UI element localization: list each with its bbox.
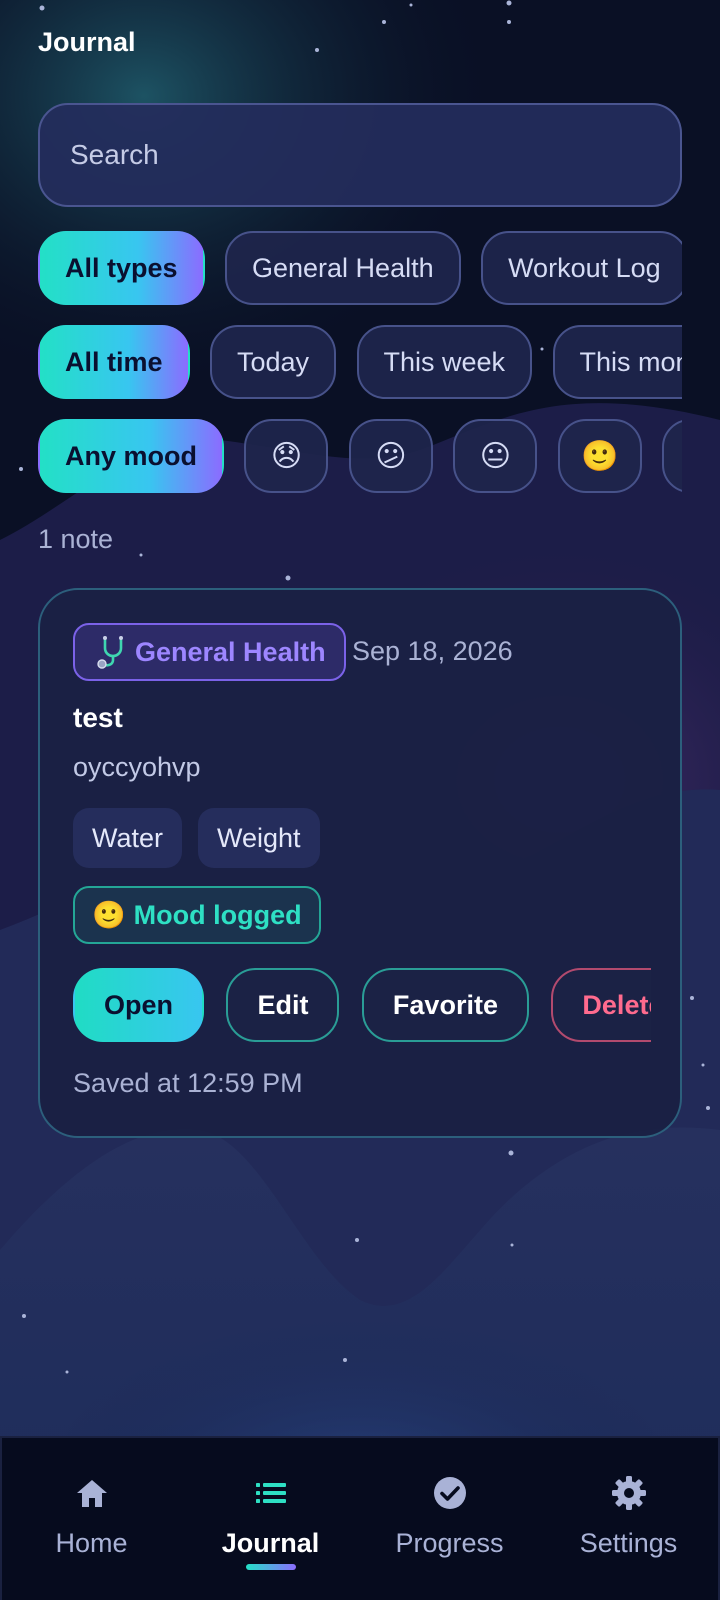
tag-chip: Water (73, 808, 183, 868)
type-filter-row: All types General Health Workout Log (38, 231, 682, 307)
note-title: test (73, 702, 123, 733)
filter-mood-happy[interactable]: 😄 (662, 419, 682, 493)
journal-screen: Journal All types General Health Workout… (0, 0, 720, 1600)
filter-mood-any[interactable]: Any mood (38, 419, 224, 493)
note-date: Sep 18, 2026 (352, 636, 513, 666)
note-card[interactable]: General Health Sep 18, 2026 test oyccyoh… (38, 588, 682, 1138)
category-badge: General Health (73, 623, 346, 681)
nav-item-home[interactable]: Home (2, 1438, 181, 1600)
time-filter-row: All time Today This week This month (38, 325, 682, 401)
filter-mood-slightly-happy[interactable]: 🙂 (557, 419, 642, 493)
note-actions: Open Edit Favorite Delete (73, 968, 651, 1044)
check-circle-icon (433, 1477, 466, 1509)
search-input[interactable] (70, 139, 680, 171)
bottom-nav: Home Journal Progress Settings (0, 1436, 720, 1600)
active-tab-indicator (245, 1564, 296, 1570)
nav-label-progress: Progress (395, 1528, 504, 1558)
edit-button[interactable]: Edit (226, 968, 340, 1042)
nav-label-journal: Journal (221, 1528, 320, 1558)
saved-timestamp: Saved at 12:59 PM (73, 1068, 303, 1098)
mood-filter-row: Any mood 😞 😕 😐 🙂 😄 (38, 419, 682, 495)
delete-button[interactable]: Delete (551, 968, 651, 1042)
nav-label-settings: Settings (579, 1528, 678, 1558)
nav-item-journal[interactable]: Journal (181, 1438, 360, 1600)
mood-logged-badge: 🙂 Mood logged (73, 886, 321, 944)
tag-chip: Weight (198, 808, 320, 868)
filter-type-all[interactable]: All types (38, 231, 205, 305)
filter-type-general-health[interactable]: General Health (225, 231, 461, 305)
stethoscope-icon (97, 636, 123, 669)
home-icon (76, 1480, 107, 1507)
page-title: Journal (38, 27, 136, 57)
filter-mood-confused[interactable]: 😕 (348, 419, 433, 493)
category-label: General Health (135, 636, 326, 667)
search-bar[interactable] (38, 103, 682, 207)
gear-icon (611, 1476, 646, 1510)
filter-time-this-month[interactable]: This month (552, 325, 682, 399)
filter-time-today[interactable]: Today (209, 325, 337, 399)
filter-mood-sad[interactable]: 😞 (244, 419, 329, 493)
list-icon (255, 1483, 286, 1503)
filter-time-all[interactable]: All time (38, 325, 190, 399)
filter-type-workout-log[interactable]: Workout Log (481, 231, 682, 305)
filter-time-this-week[interactable]: This week (356, 325, 533, 399)
nav-item-settings[interactable]: Settings (539, 1438, 718, 1600)
nav-label-home: Home (55, 1528, 128, 1558)
open-button[interactable]: Open (73, 968, 205, 1042)
mood-logged-label: Mood logged (133, 899, 302, 930)
filter-mood-neutral[interactable]: 😐 (453, 419, 538, 493)
nav-item-progress[interactable]: Progress (360, 1438, 539, 1600)
note-body: oyccyohvp (73, 752, 201, 782)
tag-list: Water Weight (73, 808, 320, 868)
mood-emoji: 🙂 (92, 900, 126, 930)
favorite-button[interactable]: Favorite (361, 968, 529, 1042)
note-count: 1 note (38, 524, 114, 554)
